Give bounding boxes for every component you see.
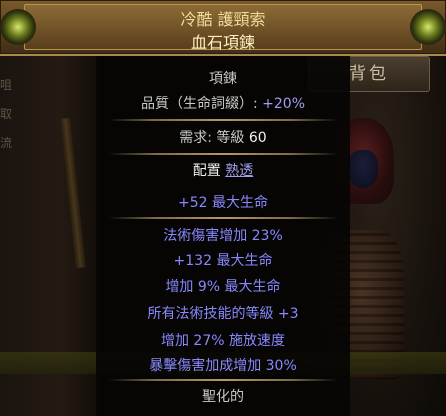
explicit-mod: 法術傷害增加 23% bbox=[163, 228, 283, 244]
quality-line: 品質（生命詞綴）: +20% bbox=[96, 93, 350, 113]
explicit-mod: 增加 27% 施放速度 bbox=[160, 333, 286, 349]
separator bbox=[108, 119, 338, 121]
explicit-mod: 暴擊傷害加成增加 30% bbox=[149, 358, 297, 374]
requirement-label: 需求: 等級 bbox=[179, 130, 249, 146]
item-tooltip: 冷酷 護頸索 血石項鍊 項鍊 品質（生命詞綴）: +20% 需求: 等級 60 … bbox=[0, 0, 446, 416]
explicit-mod: 所有法術技能的等級 +3 bbox=[147, 306, 299, 322]
implicit-mod: +52 最大生命 bbox=[178, 195, 268, 211]
item-base-type: 血石項鍊 bbox=[190, 33, 255, 52]
separator bbox=[108, 153, 338, 155]
separator bbox=[108, 379, 338, 381]
quality-value: +20% bbox=[262, 96, 306, 112]
explicit-mod: 增加 9% 最大生命 bbox=[165, 279, 281, 295]
explicit-mod: +132 最大生命 bbox=[173, 253, 273, 269]
implicit-keyword[interactable]: 熟透 bbox=[225, 163, 253, 179]
quality-label: 品質（生命詞綴）: bbox=[140, 96, 263, 112]
item-class: 項鍊 bbox=[209, 71, 237, 87]
implicit-tag-line: 配置 熟透 bbox=[96, 160, 350, 180]
separator bbox=[108, 217, 338, 219]
requirement-line: 需求: 等級 60 bbox=[96, 127, 350, 147]
implicit-prefix: 配置 bbox=[192, 163, 226, 179]
requirement-value: 60 bbox=[248, 130, 267, 146]
item-name: 冷酷 護頸索 bbox=[180, 10, 266, 29]
influence-label: 聖化的 bbox=[202, 389, 244, 405]
